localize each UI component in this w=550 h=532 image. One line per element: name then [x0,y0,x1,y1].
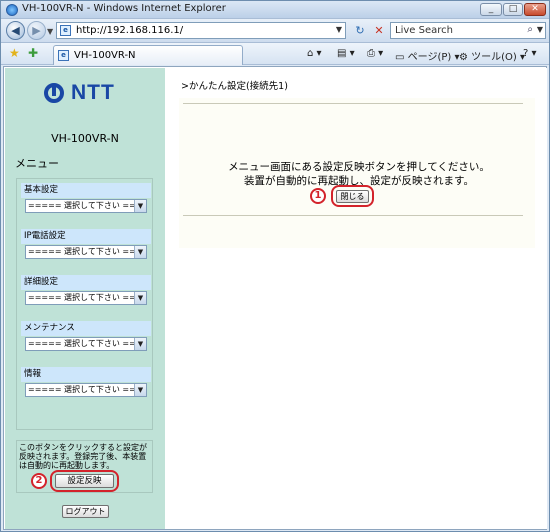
divider-bottom [183,215,523,216]
ntt-logo: NTT [44,81,128,104]
device-model: VH-100VR-N [51,132,119,145]
ntt-logo-mark [44,83,64,103]
select-value: ===== 選択して下さい ===== [28,293,147,302]
home-icon[interactable]: ⌂ ▾ [307,48,322,59]
instruction-message: メニュー画面にある設定反映ボタンを押してください。 装置が自動的に再起動し、設定… [179,160,539,188]
address-bar[interactable]: e http://192.168.116.1/ ▼ [56,22,346,39]
minimize-button[interactable]: _ [480,3,502,16]
chevron-down-icon[interactable]: ▼ [134,292,146,304]
page-content: NTT VH-100VR-N メニュー 基本設定 ===== 選択して下さい =… [3,66,547,530]
select-value: ===== 選択して下さい ===== [28,247,147,256]
chevron-down-icon[interactable]: ▼ [134,384,146,396]
back-button[interactable]: ◀ [6,21,25,40]
tab-page-icon: e [58,50,69,61]
navigation-bar: ◀ ▶ ▼ e http://192.168.116.1/ ▼ ↻ ✕ Live… [1,19,549,43]
address-dropdown-icon[interactable]: ▼ [336,25,342,34]
page-menu-label: ページ(P) [407,52,452,63]
tab-label: VH-100VR-N [74,50,136,61]
maximize-button[interactable]: □ [503,3,523,16]
page-icon: e [60,25,71,36]
menu-heading: メニュー [15,157,59,170]
stop-icon[interactable]: ✕ [371,23,387,39]
group-label-advanced: 詳細設定 [21,275,151,290]
feeds-icon[interactable]: ▤ ▾ [337,48,355,59]
select-basic-settings[interactable]: ===== 選択して下さい ===== ▼ [25,199,147,213]
logout-button[interactable]: ログアウト [62,505,109,518]
search-dropdown-icon[interactable]: ▼ [537,25,543,34]
address-url[interactable]: http://192.168.116.1/ [76,25,183,36]
history-dropdown-icon[interactable]: ▼ [47,27,53,36]
select-value: ===== 選択して下さい ===== [28,201,147,210]
tools-menu-label: ツール(O) [471,52,517,63]
main-panel: >かんたん設定(接続先1) メニュー画面にある設定反映ボタンを押してください。 … [175,68,547,529]
ie-icon [6,4,18,16]
apply-note: このボタンをクリックすると設定が反映されます。登録完了後、本装置は自動的に再起動… [19,443,147,470]
favorites-star-icon[interactable]: ★ [9,46,20,60]
select-maintenance[interactable]: ===== 選択して下さい ===== ▼ [25,337,147,351]
group-label-ip-phone: IP電話設定 [21,229,151,244]
tab-vh-100vr-n[interactable]: e VH-100VR-N [53,45,243,65]
search-input[interactable]: Live Search [395,25,453,36]
select-value: ===== 選択して下さい ===== [28,339,147,348]
ntt-logo-text: NTT [71,81,115,104]
add-favorite-icon[interactable]: ✚ [28,46,38,60]
select-ip-phone-settings[interactable]: ===== 選択して下さい ===== ▼ [25,245,147,259]
tools-menu[interactable]: ⚙ ツール(O) ▾ [459,48,525,63]
callout-number-2: 2 [31,473,47,489]
divider-top [183,103,523,104]
search-icon[interactable]: ⌕ [527,24,533,35]
browser-window: VH-100VR-N - Windows Internet Explorer _… [0,0,550,532]
page-menu[interactable]: ▭ ページ(P) ▾ [395,48,459,63]
message-line-1: メニュー画面にある設定反映ボタンを押してください。 [228,161,490,173]
message-panel: メニュー画面にある設定反映ボタンを押してください。 装置が自動的に再起動し、設定… [179,98,535,248]
group-label-maintenance: メンテナンス [21,321,151,336]
callout-number-1: 1 [310,188,326,204]
refresh-icon[interactable]: ↻ [352,23,368,39]
print-icon[interactable]: ⎙ ▾ [367,48,383,59]
select-advanced-settings[interactable]: ===== 選択して下さい ===== ▼ [25,291,147,305]
search-box[interactable]: Live Search ⌕ ▼ [390,22,546,39]
select-information[interactable]: ===== 選択して下さい ===== ▼ [25,383,147,397]
close-button[interactable]: 閉じる [336,190,369,203]
forward-button[interactable]: ▶ [27,21,46,40]
apply-settings-button[interactable]: 設定反映 [55,474,114,488]
tab-bar: ★ ✚ e VH-100VR-N ⌂ ▾ ▤ ▾ ⎙ ▾ ▭ ページ(P) ▾ … [1,43,549,65]
chevron-down-icon[interactable]: ▼ [134,338,146,350]
group-label-info: 情報 [21,367,151,382]
sidebar: NTT VH-100VR-N メニュー 基本設定 ===== 選択して下さい =… [5,68,165,529]
select-value: ===== 選択して下さい ===== [28,385,147,394]
group-label-basic: 基本設定 [21,183,151,198]
window-title: VH-100VR-N - Windows Internet Explorer [22,3,226,14]
help-icon[interactable]: ? ▾ [523,48,537,59]
chevron-down-icon[interactable]: ▼ [134,200,146,212]
close-window-button[interactable]: ✕ [524,3,546,16]
title-bar: VH-100VR-N - Windows Internet Explorer _… [1,1,549,19]
chevron-down-icon[interactable]: ▼ [134,246,146,258]
breadcrumb: >かんたん設定(接続先1) [181,81,288,92]
